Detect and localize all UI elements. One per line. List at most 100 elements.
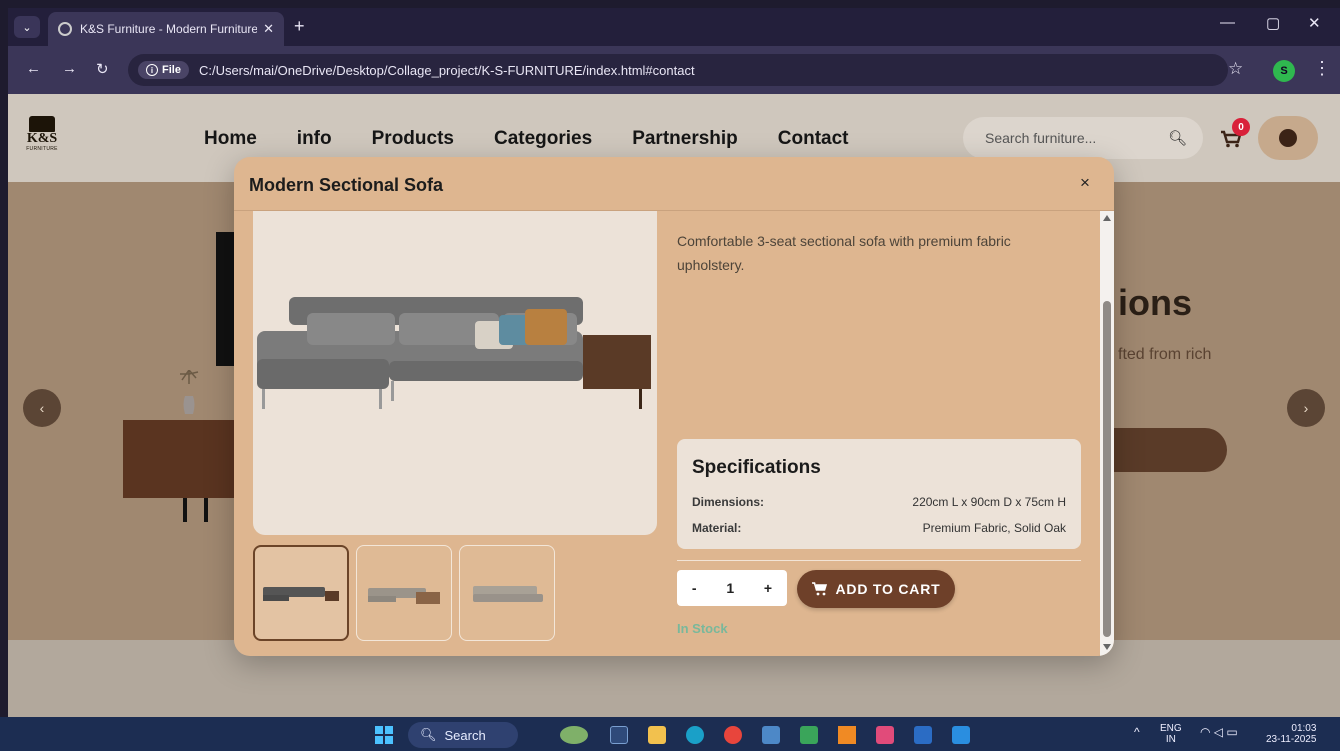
main-nav: Home info Products Categories Partnershi… <box>204 128 849 150</box>
vlc-icon[interactable] <box>838 726 856 744</box>
minimize-icon[interactable]: — <box>1220 14 1235 31</box>
search-bar: 🔍︎ <box>963 117 1203 159</box>
sofa-thumbnail-image <box>473 586 543 602</box>
file-explorer-icon[interactable] <box>648 726 666 744</box>
profile-avatar[interactable]: S <box>1273 60 1295 82</box>
stock-status: In Stock <box>677 621 728 636</box>
clock-time: 01:03 <box>1291 723 1317 734</box>
browser-tab[interactable]: K&S Furniture - Modern Furniture ✕ <box>48 12 284 46</box>
modal-scrollbar[interactable] <box>1100 211 1114 656</box>
add-to-cart-label: ADD TO CART <box>835 581 941 597</box>
spec-key: Dimensions: <box>692 495 765 509</box>
sofa-thumbnail-image <box>263 587 339 601</box>
modal-header: Modern Sectional Sofa × <box>234 157 1114 211</box>
forward-arrow-icon[interactable]: → <box>62 60 77 77</box>
thumbnail-3[interactable] <box>459 545 555 641</box>
edge-icon[interactable] <box>686 726 704 744</box>
lang-top: ENG <box>1160 723 1182 734</box>
clock[interactable]: 01:03 23-11-2025 <box>1266 723 1316 745</box>
nav-home[interactable]: Home <box>204 128 257 150</box>
thumbnail-2[interactable] <box>356 545 452 641</box>
site-info-chip[interactable]: i File <box>138 61 189 79</box>
tab-close-icon[interactable]: ✕ <box>263 21 274 37</box>
tab-search-chevron-icon[interactable]: ⌄ <box>14 16 40 38</box>
search-icon: 🔍︎ <box>420 727 437 742</box>
modal-close-button[interactable]: × <box>1080 173 1090 193</box>
add-to-cart-button[interactable]: ADD TO CART <box>797 570 955 608</box>
vscode-icon[interactable] <box>952 726 970 744</box>
bookmark-star-icon[interactable]: ☆ <box>1228 59 1243 79</box>
logo-text: K&S <box>26 131 58 146</box>
nav-categories[interactable]: Categories <box>494 128 592 150</box>
cart-icon <box>811 582 827 596</box>
windows-taskbar: 🔍︎ Search ^ ENG IN ◠ ◁ ▭ 01:03 23-11-202… <box>0 717 1340 751</box>
menu-kebab-icon[interactable]: ⋮ <box>1313 58 1331 79</box>
site-logo[interactable]: K&S FURNITURE <box>22 116 62 152</box>
spec-value: Premium Fabric, Solid Oak <box>922 521 1066 535</box>
restore-icon[interactable]: ▢ <box>1266 14 1280 32</box>
spec-row: Material: Premium Fabric, Solid Oak <box>692 521 1066 535</box>
user-account-button[interactable] <box>1258 116 1318 160</box>
xampp-icon[interactable] <box>876 726 894 744</box>
sofa-thumbnail-image <box>368 588 440 604</box>
logo-subtext: FURNITURE <box>26 146 58 152</box>
qty-increase-button[interactable]: + <box>764 580 772 596</box>
windows-start-icon[interactable] <box>375 726 393 744</box>
notepad-icon[interactable] <box>800 726 818 744</box>
tray-chevron-icon[interactable]: ^ <box>1134 726 1140 738</box>
search-input[interactable] <box>985 130 1168 146</box>
spec-key: Material: <box>692 521 742 535</box>
info-icon: i <box>146 64 158 76</box>
clock-date: 23-11-2025 <box>1266 734 1317 745</box>
new-tab-button[interactable]: + <box>294 16 305 37</box>
scrollbar-thumb[interactable] <box>1103 301 1111 637</box>
task-view-icon[interactable] <box>610 726 628 744</box>
nav-contact[interactable]: Contact <box>778 128 849 150</box>
address-toolbar: ← → ↻ i File C:/Users/mai/OneDrive/Deskt… <box>8 46 1340 94</box>
back-arrow-icon[interactable]: ← <box>26 60 41 77</box>
address-bar[interactable]: i File C:/Users/mai/OneDrive/Desktop/Col… <box>128 54 1228 86</box>
lang-bottom: IN <box>1165 734 1176 745</box>
nav-info[interactable]: info <box>297 128 332 150</box>
file-chip-label: File <box>162 64 181 76</box>
hero-subtitle: fted from rich <box>1118 346 1212 363</box>
sofa-logo-icon <box>29 116 55 132</box>
word-icon[interactable] <box>914 726 932 744</box>
taskbar-search[interactable]: 🔍︎ Search <box>408 722 518 748</box>
hero-cta-button[interactable] <box>1103 428 1227 472</box>
modal-title: Modern Sectional Sofa <box>249 175 444 195</box>
wifi-volume-battery-icons[interactable]: ◠ ◁ ▭ <box>1200 726 1238 738</box>
thumbnail-1[interactable] <box>253 545 349 641</box>
search-icon[interactable]: 🔍︎ <box>1168 129 1187 147</box>
browser-tab-strip: ⌄ K&S Furniture - Modern Furniture ✕ + —… <box>8 8 1340 46</box>
widgets-icon[interactable] <box>560 726 588 744</box>
product-main-image <box>253 211 657 535</box>
taskbar-search-label: Search <box>444 727 486 743</box>
sideboard-leg <box>183 498 187 522</box>
globe-icon <box>58 22 72 36</box>
scroll-up-icon[interactable] <box>1103 215 1111 221</box>
product-modal: Modern Sectional Sofa × Comfortable 3-se… <box>234 157 1114 656</box>
slider-next-button[interactable]: › <box>1287 389 1325 427</box>
divider <box>677 560 1081 561</box>
specifications-card: Specifications Dimensions: 220cm L x 90c… <box>677 439 1081 549</box>
specifications-heading: Specifications <box>692 457 821 478</box>
spec-value: 220cm L x 90cm D x 75cm H <box>912 495 1066 509</box>
scroll-down-icon[interactable] <box>1103 644 1111 650</box>
product-description: Comfortable 3-seat sectional sofa with p… <box>677 233 1011 273</box>
qty-value[interactable]: 1 <box>726 580 734 596</box>
url-text[interactable]: C:/Users/mai/OneDrive/Desktop/Collage_pr… <box>199 63 695 78</box>
language-indicator[interactable]: ENG IN <box>1160 723 1182 745</box>
user-icon <box>1279 129 1297 147</box>
spec-row: Dimensions: 220cm L x 90cm D x 75cm H <box>692 495 1066 509</box>
quantity-stepper: - 1 + <box>677 570 787 606</box>
cart-count-badge: 0 <box>1232 118 1250 136</box>
qty-decrease-button[interactable]: - <box>692 580 697 596</box>
reload-icon[interactable]: ↻ <box>96 60 109 78</box>
nav-partnership[interactable]: Partnership <box>632 128 738 150</box>
slider-prev-button[interactable]: ‹ <box>23 389 61 427</box>
app-icon[interactable] <box>762 726 780 744</box>
window-close-icon[interactable]: ✕ <box>1308 14 1321 32</box>
chrome-icon[interactable] <box>724 726 742 744</box>
nav-products[interactable]: Products <box>372 128 454 150</box>
